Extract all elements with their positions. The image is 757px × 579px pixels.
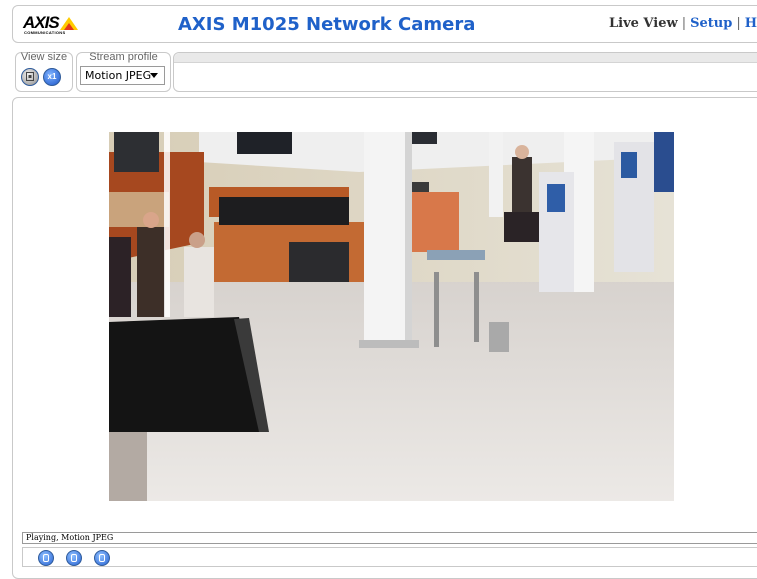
snapshot-icon <box>71 554 77 562</box>
axis-logo: AXIS COMMUNICATIONS <box>23 13 93 37</box>
playback-controls <box>22 547 757 567</box>
action-toolbar <box>173 52 757 92</box>
stream-profile-label: Stream profile <box>89 51 158 63</box>
snapshot-button[interactable] <box>66 550 82 566</box>
nav-separator: | <box>736 16 741 31</box>
fullscreen-icon <box>99 554 105 562</box>
nav-help-link[interactable]: Help <box>745 16 757 31</box>
stream-profile-value: Motion JPEG <box>85 69 152 82</box>
view-size-group: View size x1 <box>15 51 73 92</box>
view-size-label: View size <box>20 51 68 63</box>
status-text: Playing, Motion JPEG <box>26 533 114 542</box>
top-navigation: Live View|Setup|Help <box>609 16 757 31</box>
stop-icon <box>43 554 49 562</box>
stream-profile-select[interactable]: Motion JPEG <box>80 66 165 85</box>
fullscreen-button[interactable] <box>94 550 110 566</box>
logo-triangle-icon <box>60 17 78 30</box>
toolbar-title-stripe <box>174 53 757 63</box>
scale-view-button[interactable] <box>21 68 39 86</box>
nav-setup-link[interactable]: Setup <box>690 16 732 31</box>
x1-view-button[interactable]: x1 <box>43 68 61 86</box>
live-video-image <box>109 132 674 501</box>
chevron-down-icon <box>150 73 158 78</box>
header-bar: AXIS COMMUNICATIONS AXIS M1025 Network C… <box>12 5 757 43</box>
camera-scene-image <box>109 132 674 501</box>
x1-icon: x1 <box>47 72 57 81</box>
page-title: AXIS M1025 Network Camera <box>178 14 476 35</box>
playback-status-bar: Playing, Motion JPEG <box>22 532 757 544</box>
scale-icon <box>26 72 34 81</box>
nav-separator: | <box>681 16 687 31</box>
nav-live-view[interactable]: Live View <box>609 16 678 31</box>
stop-button[interactable] <box>38 550 54 566</box>
logo-subtext: COMMUNICATIONS <box>24 30 66 35</box>
